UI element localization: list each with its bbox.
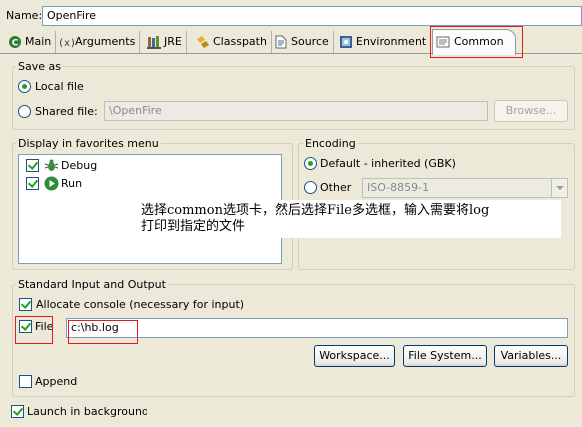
highlight-file-checkbox bbox=[15, 316, 53, 344]
annotation-line-1: 选择common选项卡，然后选择File多选框，输入需要将log bbox=[141, 203, 490, 218]
local-file-radio[interactable] bbox=[18, 80, 31, 93]
favorites-debug-label: Debug bbox=[61, 159, 98, 172]
tab-jre-label: JRE bbox=[164, 35, 182, 48]
tab-environment-label: Environment bbox=[356, 35, 427, 48]
arguments-icon: (x) bbox=[58, 35, 76, 49]
std-io-title: Standard Input and Output bbox=[16, 278, 168, 292]
favorites-run-label: Run bbox=[61, 177, 83, 190]
tab-environment[interactable]: Environment bbox=[337, 31, 432, 53]
tab-arguments[interactable]: (x) Arguments bbox=[56, 31, 141, 53]
encoding-other-value: ISO-8859-1 bbox=[367, 181, 430, 194]
variables-button[interactable]: Variables... bbox=[494, 345, 568, 367]
local-file-label: Local file bbox=[35, 80, 84, 93]
jre-library-icon bbox=[147, 35, 161, 49]
tab-arguments-label: Arguments bbox=[75, 35, 136, 48]
name-label: Name: bbox=[6, 9, 43, 22]
name-input[interactable]: OpenFire bbox=[42, 6, 582, 26]
allocate-console-checkbox[interactable] bbox=[19, 298, 32, 311]
favorites-title: Display in favorites menu bbox=[16, 137, 161, 151]
append-checkbox[interactable] bbox=[19, 375, 32, 388]
encoding-other-label: Other bbox=[320, 181, 352, 194]
file-system-button[interactable]: File System... bbox=[403, 345, 487, 367]
tab-main-label: Main bbox=[25, 35, 52, 48]
source-icon bbox=[274, 35, 288, 49]
favorites-run-checkbox[interactable] bbox=[26, 177, 39, 190]
main-tab-icon: C bbox=[8, 35, 22, 49]
launch-background-checkbox[interactable] bbox=[11, 405, 24, 418]
tab-source[interactable]: Source bbox=[272, 31, 334, 53]
svg-text:C: C bbox=[12, 39, 19, 49]
shared-file-label: Shared file: bbox=[35, 105, 98, 118]
annotation-line-2: 打印到指定的文件 bbox=[141, 219, 246, 234]
allocate-console-label: Allocate console (necessary for input) bbox=[36, 298, 245, 311]
file-path-input[interactable]: c:\hb.log bbox=[66, 318, 568, 338]
tab-jre[interactable]: JRE bbox=[145, 31, 187, 53]
browse-button[interactable]: Browse... bbox=[494, 100, 568, 122]
shared-file-radio[interactable] bbox=[18, 105, 31, 118]
encoding-dropdown-button[interactable] bbox=[551, 179, 567, 197]
encoding-default-radio[interactable] bbox=[304, 157, 317, 170]
highlight-common-tab bbox=[430, 26, 523, 58]
encoding-other-radio[interactable] bbox=[304, 181, 317, 194]
debug-bug-icon bbox=[44, 158, 59, 176]
highlight-file-path bbox=[68, 320, 138, 344]
environment-icon bbox=[339, 35, 353, 49]
tab-source-label: Source bbox=[291, 35, 329, 48]
shared-file-path[interactable]: \OpenFire bbox=[104, 101, 488, 121]
encoding-title: Encoding bbox=[303, 137, 358, 151]
tab-classpath[interactable]: Classpath bbox=[194, 31, 272, 53]
svg-text:(x): (x) bbox=[58, 38, 74, 49]
encoding-other-combo[interactable]: ISO-8859-1 bbox=[362, 178, 568, 198]
tab-classpath-label: Classpath bbox=[213, 35, 267, 48]
append-label: Append bbox=[35, 375, 78, 388]
launch-background-label: Launch in background bbox=[27, 405, 147, 418]
classpath-icon bbox=[196, 35, 210, 49]
run-play-icon bbox=[44, 176, 59, 194]
encoding-default-label: Default - inherited (GBK) bbox=[320, 157, 456, 170]
tab-main[interactable]: C Main bbox=[6, 31, 57, 53]
favorites-debug-checkbox[interactable] bbox=[26, 159, 39, 172]
chevron-down-icon bbox=[556, 186, 564, 190]
workspace-button[interactable]: Workspace... bbox=[314, 345, 395, 367]
save-as-title: Save as bbox=[16, 60, 63, 74]
